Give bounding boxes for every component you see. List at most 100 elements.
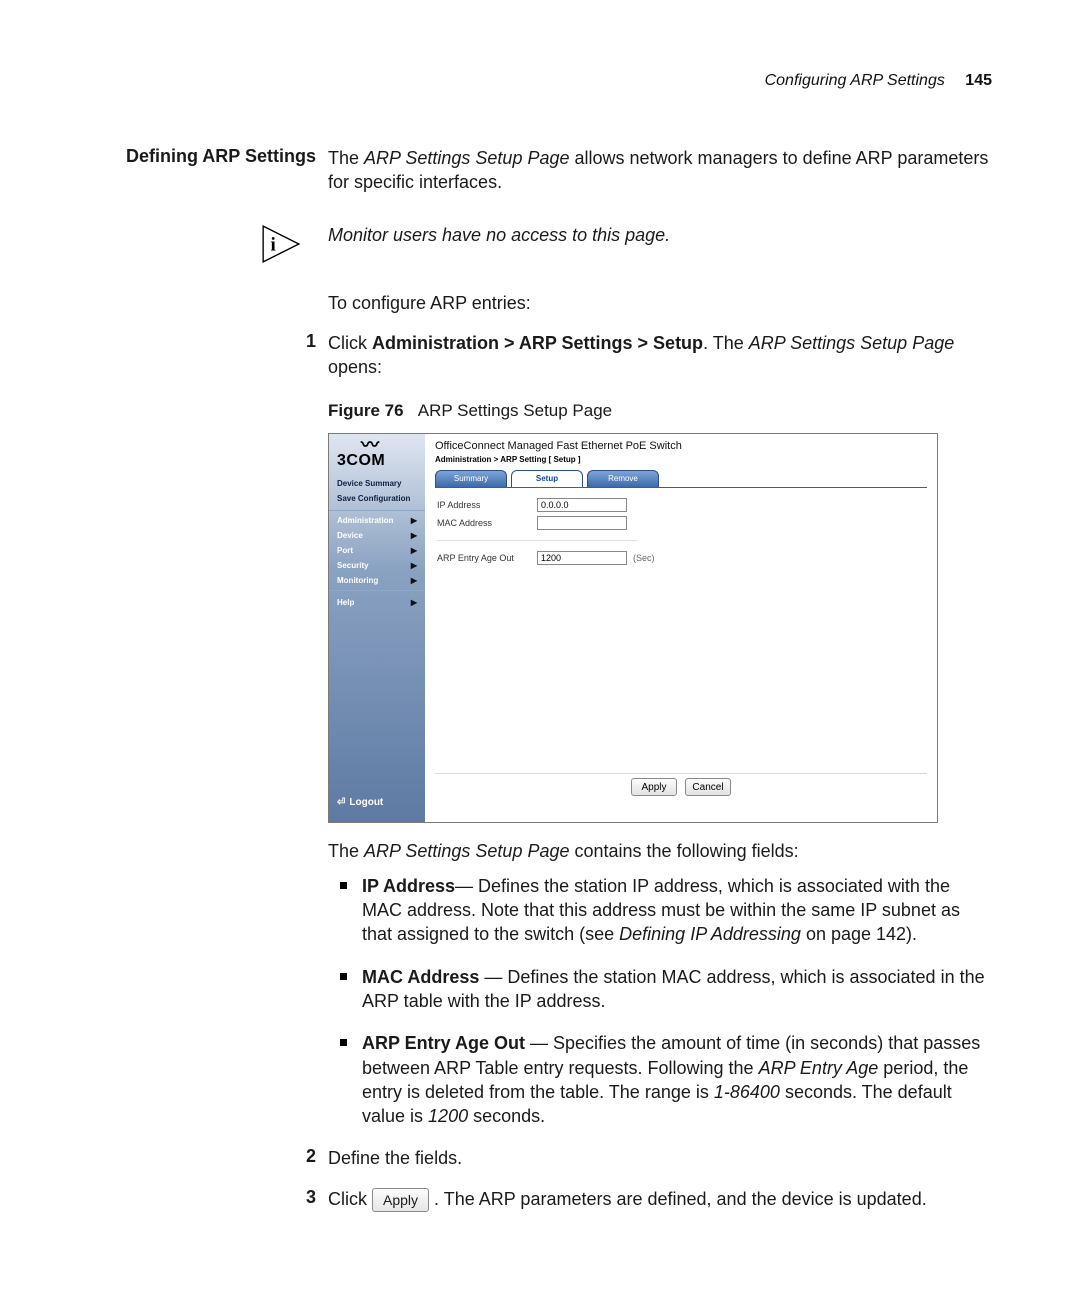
label: Device Summary bbox=[337, 479, 401, 488]
tab-setup[interactable]: Setup bbox=[511, 470, 583, 487]
page-container: Configuring ARP Settings 145 Defining AR… bbox=[0, 0, 1080, 1284]
sidebar-item-monitoring[interactable]: Monitoring ▶ bbox=[329, 573, 425, 588]
step-2: 2 Define the fields. bbox=[96, 1146, 992, 1170]
lead-text: To configure ARP entries: bbox=[328, 291, 992, 315]
arp-ageout-label: ARP Entry Age Out bbox=[437, 553, 537, 563]
ip-address-input[interactable] bbox=[537, 498, 627, 512]
ui-button-bar: Apply Cancel bbox=[425, 778, 937, 796]
cancel-button[interactable]: Cancel bbox=[685, 778, 731, 796]
note-text: Monitor users have no access to this pag… bbox=[328, 223, 992, 247]
section-heading: Defining ARP Settings bbox=[96, 146, 328, 167]
label: Save Configuration bbox=[337, 494, 410, 503]
tab-body: IP Address MAC Address ARP Entry Age Out… bbox=[435, 487, 927, 579]
note-row: i Monitor users have no access to this p… bbox=[96, 223, 992, 265]
t: . The bbox=[703, 333, 749, 353]
form-row-ip: IP Address bbox=[437, 498, 925, 512]
info-icon: i bbox=[96, 223, 328, 265]
apply-button-inline[interactable]: Apply bbox=[372, 1188, 429, 1213]
figure-label: Figure 76 bbox=[328, 401, 404, 420]
sidebar-device-summary[interactable]: Device Summary bbox=[329, 476, 425, 491]
t: seconds. bbox=[468, 1106, 545, 1126]
tab-remove[interactable]: Remove bbox=[587, 470, 659, 487]
chevron-right-icon: ▶ bbox=[411, 531, 417, 540]
mac-address-input[interactable] bbox=[537, 516, 627, 530]
field-mac-address: MAC Address — Defines the station MAC ad… bbox=[340, 965, 992, 1014]
sidebar-save-config[interactable]: Save Configuration bbox=[329, 491, 425, 506]
chevron-right-icon: ▶ bbox=[411, 561, 417, 570]
step-number: 2 bbox=[96, 1146, 328, 1167]
logout-icon: ⏎ bbox=[337, 797, 345, 808]
brand-squiggle: 〰 bbox=[361, 438, 380, 452]
ui-tabs: Summary Setup Remove bbox=[435, 470, 927, 487]
t: . The ARP parameters are defined, and th… bbox=[434, 1189, 927, 1209]
info-triangle-icon: i bbox=[260, 223, 302, 265]
step-body: Click Apply . The ARP parameters are def… bbox=[328, 1187, 992, 1213]
label: Monitoring bbox=[337, 576, 378, 585]
chevron-right-icon: ▶ bbox=[411, 516, 417, 525]
brand-logo: 〰 3COM bbox=[329, 438, 425, 476]
sidebar-item-administration[interactable]: Administration ▶ bbox=[329, 513, 425, 528]
divider bbox=[437, 540, 637, 541]
t: opens: bbox=[328, 357, 382, 377]
breadcrumb: Administration > ARP Setting [ Setup ] bbox=[435, 455, 927, 464]
t: on page 142). bbox=[801, 924, 917, 944]
field-ip-address: IP Address— Defines the station IP addre… bbox=[340, 874, 992, 947]
t: Defining IP Addressing bbox=[619, 924, 801, 944]
t: Click bbox=[328, 333, 372, 353]
apply-button[interactable]: Apply bbox=[631, 778, 677, 796]
sidebar-item-help[interactable]: Help ▶ bbox=[329, 595, 425, 610]
header-section-title: Configuring ARP Settings bbox=[765, 72, 945, 89]
arp-ageout-input[interactable] bbox=[537, 551, 627, 565]
form-row-ageout: ARP Entry Age Out (Sec) bbox=[437, 551, 925, 565]
fields-intro: The ARP Settings Setup Page contains the… bbox=[328, 839, 992, 863]
t: ARP Entry Age bbox=[759, 1058, 879, 1078]
chevron-right-icon: ▶ bbox=[411, 546, 417, 555]
figure-title: ARP Settings Setup Page bbox=[418, 401, 612, 420]
label: Logout bbox=[349, 797, 383, 808]
step-body: Click Administration > ARP Settings > Se… bbox=[328, 331, 992, 380]
section-intro-text: The ARP Settings Setup Page allows netwo… bbox=[328, 146, 992, 195]
tab-summary[interactable]: Summary bbox=[435, 470, 507, 487]
t: 1-86400 bbox=[714, 1082, 780, 1102]
label: Help bbox=[337, 598, 354, 607]
device-title: OfficeConnect Managed Fast Ethernet PoE … bbox=[435, 440, 927, 452]
t: 1200 bbox=[428, 1106, 468, 1126]
t: ARP Settings Setup Page bbox=[364, 841, 569, 861]
field-name: ARP Entry Age Out bbox=[362, 1033, 525, 1053]
fields-list: IP Address— Defines the station IP addre… bbox=[340, 874, 992, 1129]
t: The bbox=[328, 148, 364, 168]
label: Device bbox=[337, 531, 363, 540]
chevron-right-icon: ▶ bbox=[411, 576, 417, 585]
t: contains the following fields: bbox=[570, 841, 799, 861]
label: Administration bbox=[337, 516, 393, 525]
arp-setup-screenshot: 〰 3COM Device Summary Save Configuration… bbox=[328, 433, 938, 823]
sidebar-group: Administration▶ Device▶ Port▶ Security▶ … bbox=[329, 510, 425, 591]
chevron-right-icon: ▶ bbox=[411, 598, 417, 607]
step-1: 1 Click Administration > ARP Settings > … bbox=[96, 331, 992, 380]
label: Port bbox=[337, 546, 353, 555]
step-body: Define the fields. bbox=[328, 1146, 992, 1170]
nav-path: Administration > ARP Settings > Setup bbox=[372, 333, 703, 353]
svg-text:i: i bbox=[271, 234, 276, 255]
step-3: 3 Click Apply . The ARP parameters are d… bbox=[96, 1187, 992, 1213]
label: Security bbox=[337, 561, 369, 570]
mac-address-label: MAC Address bbox=[437, 518, 537, 528]
sidebar-item-security[interactable]: Security ▶ bbox=[329, 558, 425, 573]
t: ARP Settings Setup Page bbox=[749, 333, 954, 353]
lead-row: To configure ARP entries: bbox=[96, 291, 992, 315]
button-bar-divider bbox=[435, 773, 927, 774]
ui-sidebar: 〰 3COM Device Summary Save Configuration… bbox=[329, 434, 425, 822]
field-arp-age-out: ARP Entry Age Out — Specifies the amount… bbox=[340, 1031, 992, 1128]
running-header: Configuring ARP Settings 145 bbox=[96, 72, 992, 90]
sidebar-item-device[interactable]: Device ▶ bbox=[329, 528, 425, 543]
logout-button[interactable]: ⏎ Logout bbox=[329, 783, 425, 822]
page-number: 145 bbox=[965, 72, 992, 89]
ageout-unit: (Sec) bbox=[633, 553, 655, 563]
sidebar-item-port[interactable]: Port ▶ bbox=[329, 543, 425, 558]
section-intro: Defining ARP Settings The ARP Settings S… bbox=[96, 146, 992, 195]
step-number: 3 bbox=[96, 1187, 328, 1208]
step-number: 1 bbox=[96, 331, 328, 352]
field-name: IP Address bbox=[362, 876, 455, 896]
t: ARP Settings Setup Page bbox=[364, 148, 569, 168]
t: The bbox=[328, 841, 364, 861]
